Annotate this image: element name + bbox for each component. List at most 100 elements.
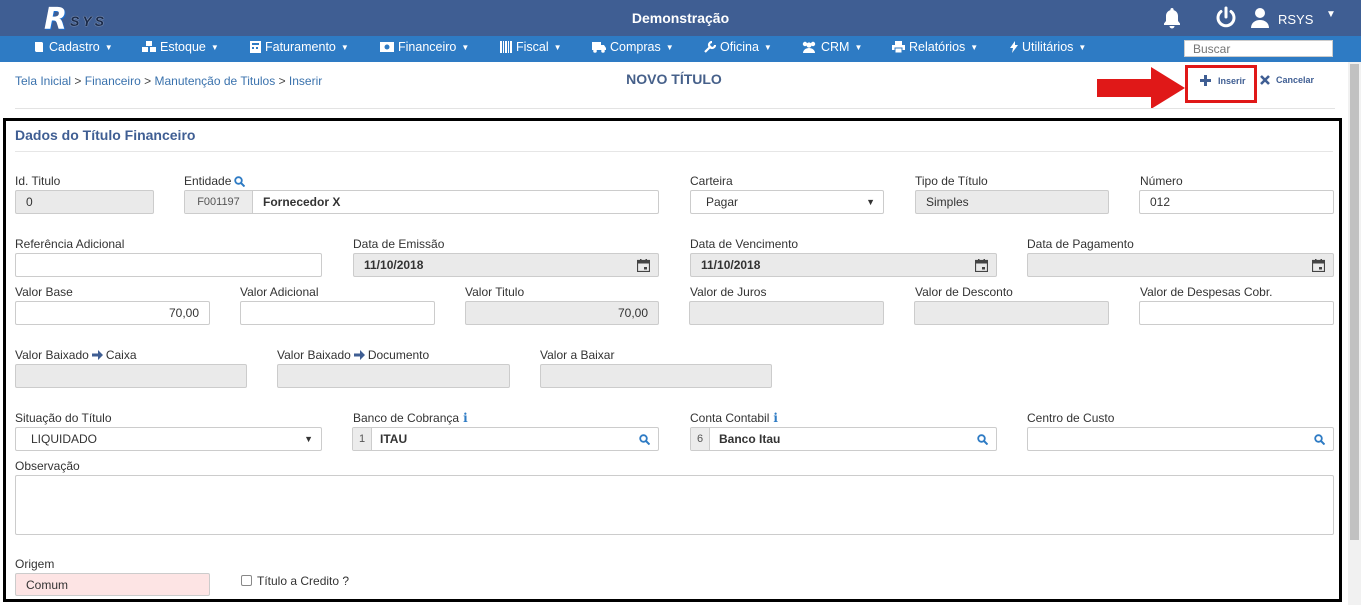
menu-label: Estoque bbox=[160, 40, 206, 54]
menu-faturamento[interactable]: Faturamento ▼ bbox=[250, 40, 349, 54]
menu-financeiro[interactable]: Financeiro ▼ bbox=[380, 40, 469, 54]
menu-compras[interactable]: Compras ▼ bbox=[592, 40, 674, 54]
baixado-caixa-label-b: Caixa bbox=[105, 348, 137, 362]
menu-cadastro[interactable]: Cadastro ▼ bbox=[33, 40, 113, 54]
observacao-textarea[interactable] bbox=[15, 475, 1334, 535]
menu-label: Oficina bbox=[720, 40, 759, 54]
truck-icon bbox=[592, 41, 606, 53]
carteira-value: Pagar bbox=[706, 195, 739, 209]
situacao-value: LIQUIDADO bbox=[31, 432, 98, 446]
menu-utilitarios[interactable]: Utilitários ▼ bbox=[1010, 40, 1086, 54]
centro-custo-field[interactable] bbox=[1027, 427, 1334, 451]
data-pagamento-field[interactable] bbox=[1027, 253, 1334, 277]
baixado-caixa-label: Valor Baixado Caixa bbox=[15, 348, 137, 362]
data-emissao-value: 11/10/2018 bbox=[364, 258, 424, 272]
search-input[interactable] bbox=[1184, 40, 1333, 57]
book-icon bbox=[35, 42, 43, 52]
valor-juros-field[interactable] bbox=[689, 301, 884, 325]
search-icon[interactable] bbox=[977, 434, 988, 445]
valor-desconto-label: Valor de Desconto bbox=[915, 285, 1013, 299]
red-arrow-annotation bbox=[1097, 67, 1185, 109]
menu-estoque[interactable]: Estoque ▼ bbox=[142, 40, 219, 54]
chevron-down-icon: ▼ bbox=[866, 197, 875, 207]
situacao-label: Situação do Título bbox=[15, 411, 112, 425]
menu-fiscal[interactable]: Fiscal ▼ bbox=[500, 40, 562, 54]
id-titulo-field[interactable]: 0 bbox=[15, 190, 154, 214]
search-icon[interactable] bbox=[234, 175, 246, 187]
calendar-icon[interactable] bbox=[637, 259, 650, 272]
arrow-right-icon bbox=[353, 350, 365, 360]
menu-label: Financeiro bbox=[398, 40, 457, 54]
menu-oficina[interactable]: Oficina ▼ bbox=[704, 40, 772, 54]
user-menu-caret-icon[interactable]: ▼ bbox=[1326, 9, 1336, 20]
search-icon[interactable] bbox=[639, 434, 650, 445]
baixado-documento-label-b: Documento bbox=[367, 348, 430, 362]
valor-titulo-field[interactable]: 70,00 bbox=[465, 301, 659, 325]
menu-label: Relatórios bbox=[909, 40, 966, 54]
menu-label: Faturamento bbox=[265, 40, 336, 54]
insert-button[interactable]: Inserir bbox=[1200, 75, 1246, 86]
valor-despesas-field[interactable] bbox=[1139, 301, 1334, 325]
info-icon[interactable]: i bbox=[463, 411, 468, 425]
data-vencimento-field[interactable]: 11/10/2018 bbox=[690, 253, 997, 277]
menu-crm[interactable]: CRM ▼ bbox=[801, 40, 862, 54]
baixado-documento-label-a: Valor Baixado bbox=[277, 348, 351, 362]
baixado-documento-field[interactable] bbox=[277, 364, 510, 388]
entidade-code: F001197 bbox=[185, 191, 253, 213]
conta-contabil-field[interactable]: 6 Banco Itau bbox=[690, 427, 997, 451]
print-icon bbox=[892, 41, 905, 53]
valor-juros-label: Valor de Juros bbox=[690, 285, 767, 299]
info-icon[interactable]: i bbox=[773, 411, 778, 425]
conta-contabil-code: 6 bbox=[691, 428, 710, 450]
page-scrollbar-thumb[interactable] bbox=[1350, 64, 1359, 540]
data-vencimento-label: Data de Vencimento bbox=[690, 237, 799, 251]
cancel-button[interactable]: Cancelar bbox=[1260, 75, 1314, 85]
origem-field[interactable]: Comum bbox=[15, 573, 210, 596]
user-icon[interactable] bbox=[1248, 6, 1272, 30]
entidade-field[interactable]: F001197 Fornecedor X bbox=[184, 190, 659, 214]
data-emissao-field[interactable]: 11/10/2018 bbox=[353, 253, 659, 277]
main-menu: Cadastro ▼ Estoque ▼ Faturamento ▼ Financei… bbox=[0, 36, 1361, 62]
valor-despesas-label: Valor de Despesas Cobr. bbox=[1140, 285, 1273, 299]
valor-adicional-field[interactable] bbox=[240, 301, 435, 325]
section-title: Dados do Título Financeiro bbox=[15, 127, 196, 143]
valor-desconto-field[interactable] bbox=[914, 301, 1109, 325]
banco-cobranca-field[interactable]: 1 ITAU bbox=[352, 427, 659, 451]
calendar-icon[interactable] bbox=[1312, 259, 1325, 272]
menu-label: Compras bbox=[610, 40, 661, 54]
titulo-credito-checkbox[interactable] bbox=[241, 575, 252, 586]
user-name[interactable]: RSYS bbox=[1278, 12, 1313, 27]
arrow-right-icon bbox=[91, 350, 103, 360]
valor-base-field[interactable]: 70,00 bbox=[15, 301, 210, 325]
data-pagamento-label: Data de Pagamento bbox=[1027, 237, 1134, 251]
divider bbox=[15, 151, 1333, 152]
referencia-field[interactable] bbox=[15, 253, 322, 277]
calculator-icon bbox=[250, 41, 261, 53]
menu-label: Cadastro bbox=[49, 40, 100, 54]
banco-cobranca-value: ITAU bbox=[380, 432, 408, 446]
search-icon[interactable] bbox=[1314, 434, 1325, 445]
insert-label: Inserir bbox=[1218, 75, 1246, 86]
money-icon bbox=[380, 42, 394, 52]
tipo-titulo-field[interactable]: Simples bbox=[915, 190, 1109, 214]
divider bbox=[15, 108, 1335, 109]
baixado-caixa-label-a: Valor Baixado bbox=[15, 348, 89, 362]
situacao-select[interactable]: LIQUIDADO ▼ bbox=[15, 427, 322, 451]
numero-field[interactable]: 012 bbox=[1139, 190, 1334, 214]
valor-a-baixar-field[interactable] bbox=[540, 364, 772, 388]
calendar-icon[interactable] bbox=[975, 259, 988, 272]
data-emissao-label: Data de Emissão bbox=[353, 237, 445, 251]
barcode-icon bbox=[500, 41, 512, 53]
conta-contabil-label: Conta Contabil i bbox=[690, 411, 778, 425]
titulo-credito-label: Título a Credito ? bbox=[257, 574, 350, 588]
power-icon[interactable] bbox=[1214, 6, 1238, 30]
menu-relatorios[interactable]: Relatórios ▼ bbox=[892, 40, 978, 54]
baixado-caixa-field[interactable] bbox=[15, 364, 247, 388]
tipo-titulo-label: Tipo de Título bbox=[915, 174, 988, 188]
centro-custo-label: Centro de Custo bbox=[1027, 411, 1115, 425]
top-header: R SYS Demonstração RSYS ▼ bbox=[0, 0, 1361, 37]
data-vencimento-value: 11/10/2018 bbox=[701, 258, 761, 272]
close-icon bbox=[1260, 75, 1270, 85]
bell-icon[interactable] bbox=[1160, 6, 1184, 30]
carteira-select[interactable]: Pagar ▼ bbox=[690, 190, 884, 214]
